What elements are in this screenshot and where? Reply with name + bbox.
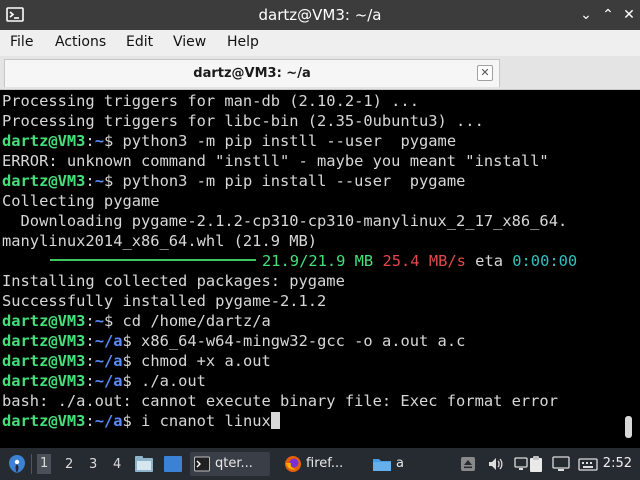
- task-qterminal-label: qter...: [215, 456, 253, 471]
- prompt-dollar: $: [122, 352, 142, 370]
- prompt-line: dartz@VM3:~/a$ i cnanot linux: [2, 411, 640, 431]
- display-icon[interactable]: [552, 456, 570, 472]
- tab-bar: dartz@VM3: ~/a ✕: [0, 56, 640, 90]
- progress-line: 21.9/21.9 MB 25.4 MB/s eta 0:00:00: [2, 251, 640, 271]
- prompt-colon: :: [85, 172, 95, 190]
- prompt-path: ~/a: [94, 372, 123, 390]
- prompt-user: dartz@VM3: [2, 132, 86, 150]
- prompt-path: ~/a: [94, 332, 123, 350]
- keyboard-icon[interactable]: [578, 456, 598, 472]
- output-line: bash: ./a.out: cannot execute binary fil…: [2, 392, 558, 410]
- workspace-2[interactable]: 2: [65, 457, 73, 472]
- tab-close-button[interactable]: ✕: [477, 65, 493, 81]
- prompt-command: ./a.out: [141, 372, 206, 390]
- terminal-output[interactable]: Processing triggers for man-db (2.10.2-1…: [0, 90, 640, 448]
- prompt-dollar: $: [122, 412, 142, 430]
- progress-eta: 0:00:00: [512, 252, 578, 270]
- prompt-dollar: $: [103, 132, 123, 150]
- prompt-dollar: $: [103, 172, 123, 190]
- download-progress-bar: [50, 259, 256, 261]
- prompt-command: cd /home/dartz/a: [122, 312, 271, 330]
- workspace-1[interactable]: 1: [37, 454, 52, 474]
- taskbar-separator: [31, 454, 32, 474]
- task-files-label[interactable]: a: [396, 456, 404, 471]
- file-manager-launcher-icon[interactable]: [134, 455, 154, 473]
- prompt-path: ~: [94, 312, 104, 330]
- text-cursor: [270, 412, 280, 429]
- prompt-path: ~: [94, 132, 104, 150]
- prompt-dollar: $: [122, 332, 142, 350]
- prompt-colon: :: [85, 312, 95, 330]
- firefox-icon: [285, 456, 301, 472]
- show-desktop-icon[interactable]: [163, 455, 183, 473]
- prompt-colon: :: [85, 412, 95, 430]
- clipboard-icon[interactable]: [528, 455, 544, 473]
- window-titlebar[interactable]: dartz@VM3: ~/a ⌄ ⌃ ✕: [0, 0, 640, 30]
- workspace-4[interactable]: 4: [113, 457, 121, 472]
- prompt-line: dartz@VM3:~$ cd /home/dartz/a: [2, 311, 640, 331]
- prompt-user: dartz@VM3: [2, 372, 86, 390]
- workspace-3[interactable]: 3: [89, 457, 97, 472]
- scrollbar-thumb[interactable]: [625, 416, 632, 438]
- progress-size: 21.9/21.9 MB: [262, 252, 374, 270]
- output-line: Installing collected packages: pygame: [2, 272, 345, 290]
- start-menu-icon[interactable]: [6, 453, 28, 475]
- prompt-dollar: $: [122, 372, 142, 390]
- eject-icon[interactable]: [460, 456, 476, 472]
- prompt-path: ~/a: [94, 352, 123, 370]
- prompt-path: ~: [94, 172, 104, 190]
- tab-label: dartz@VM3: ~/a: [193, 66, 311, 81]
- prompt-colon: :: [85, 132, 95, 150]
- terminal-icon: [194, 456, 210, 472]
- output-line: ERROR: unknown command "instll" - maybe …: [2, 152, 549, 170]
- output-line: Processing triggers for man-db (2.10.2-1…: [2, 92, 419, 110]
- prompt-user: dartz@VM3: [2, 172, 86, 190]
- prompt-command: i cnanot linux: [141, 412, 271, 430]
- prompt-user: dartz@VM3: [2, 412, 86, 430]
- menu-view[interactable]: View: [173, 34, 206, 50]
- prompt-user: dartz@VM3: [2, 332, 86, 350]
- prompt-line: dartz@VM3:~/a$ chmod +x a.out: [2, 351, 640, 371]
- prompt-user: dartz@VM3: [2, 352, 86, 370]
- network-icon[interactable]: [513, 456, 529, 472]
- clock[interactable]: 2:52: [603, 456, 632, 471]
- output-line: Downloading pygame-2.1.2-cp310-cp310-man…: [2, 212, 568, 230]
- output-line: Collecting pygame: [2, 192, 160, 210]
- prompt-command: python3 -m pip install --user pygame: [122, 172, 466, 190]
- prompt-line: dartz@VM3:~$ python3 -m pip instll --use…: [2, 131, 640, 151]
- prompt-line: dartz@VM3:~/a$ x86_64-w64-mingw32-gcc -o…: [2, 331, 640, 351]
- output-line: manylinux2014_x86_64.whl (21.9 MB): [2, 232, 318, 250]
- prompt-command: python3 -m pip instll --user pygame: [122, 132, 457, 150]
- prompt-user: dartz@VM3: [2, 312, 86, 330]
- prompt-colon: :: [85, 332, 95, 350]
- terminal-lines: Processing triggers for man-db (2.10.2-1…: [2, 91, 640, 431]
- progress-speed: 25.4 MB/s: [382, 252, 466, 270]
- menu-file[interactable]: File: [10, 34, 33, 50]
- prompt-path: ~/a: [94, 412, 123, 430]
- menu-actions[interactable]: Actions: [55, 34, 106, 50]
- prompt-line: dartz@VM3:~/a$ ./a.out: [2, 371, 640, 391]
- output-line: Successfully installed pygame-2.1.2: [2, 292, 327, 310]
- close-button[interactable]: ✕: [619, 5, 639, 25]
- menu-bar: File Actions Edit View Help: [0, 30, 640, 56]
- folder-icon: [373, 459, 391, 471]
- output-line: Processing triggers for libc-bin (2.35-0…: [2, 112, 484, 130]
- volume-icon[interactable]: [487, 456, 503, 472]
- prompt-colon: :: [85, 372, 95, 390]
- progress-eta-label: eta: [475, 252, 503, 270]
- prompt-colon: :: [85, 352, 95, 370]
- menu-edit[interactable]: Edit: [126, 34, 153, 50]
- prompt-command: chmod +x a.out: [141, 352, 271, 370]
- window-title: dartz@VM3: ~/a: [258, 6, 382, 24]
- taskbar: 1 2 3 4 qter... firef... a 2:52: [0, 448, 640, 480]
- prompt-line: dartz@VM3:~$ python3 -m pip install --us…: [2, 171, 640, 191]
- minimize-button[interactable]: ⌄: [576, 5, 596, 25]
- menu-help[interactable]: Help: [227, 34, 259, 50]
- prompt-command: x86_64-w64-mingw32-gcc -o a.out a.c: [141, 332, 466, 350]
- prompt-dollar: $: [103, 312, 123, 330]
- task-firefox-label[interactable]: firef...: [306, 456, 343, 471]
- terminal-tab[interactable]: dartz@VM3: ~/a ✕: [4, 59, 500, 87]
- maximize-button[interactable]: ⌃: [598, 5, 618, 25]
